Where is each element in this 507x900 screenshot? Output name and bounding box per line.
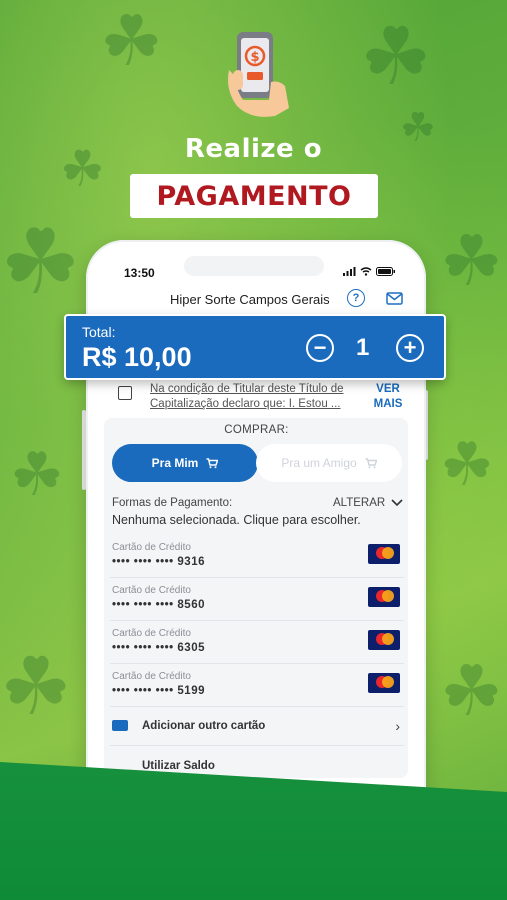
credit-card-item[interactable]: Cartão de Crédito •••• •••• •••• 8560 [110, 579, 404, 621]
use-balance-label[interactable]: Utilizar Saldo [142, 760, 215, 772]
total-label: Total: [82, 324, 116, 340]
chevron-down-icon [391, 499, 403, 507]
svg-text:$: $ [250, 50, 259, 65]
increase-quantity-button[interactable]: + [396, 334, 424, 362]
card-number: •••• •••• •••• 9316 [112, 556, 205, 568]
clover-decoration: ☘ [440, 650, 503, 732]
mastercard-icon [368, 587, 400, 607]
clover-decoration: ☘ [100, 0, 163, 82]
phone-notch [184, 256, 324, 276]
card-type: Cartão de Crédito [112, 628, 191, 639]
tab-pra-um-amigo[interactable]: Pra um Amigo [256, 444, 402, 482]
credit-card-item[interactable]: Cartão de Crédito •••• •••• •••• 5199 [110, 665, 404, 707]
add-card-button[interactable]: Adicionar outro cartão › [110, 706, 404, 746]
credit-card-item[interactable]: Cartão de Crédito •••• •••• •••• 6305 [110, 622, 404, 664]
clover-decoration: ☘ [0, 640, 72, 733]
card-type: Cartão de Crédito [112, 542, 191, 553]
mastercard-icon [368, 630, 400, 650]
app-title: Hiper Sorte Campos Gerais [170, 292, 330, 307]
chevron-right-icon: › [395, 717, 400, 734]
headline: Realize o [184, 134, 323, 164]
total-value: R$ 10,00 [82, 342, 192, 372]
terms-text[interactable]: Na condição de Titular deste Título de C… [150, 382, 365, 412]
comprar-label: COMPRAR: [224, 424, 289, 436]
payment-methods-label: Formas de Pagamento: [112, 497, 233, 509]
credit-card-item[interactable]: Cartão de Crédito •••• •••• •••• 9316 [110, 536, 404, 578]
credit-card-icon [112, 720, 128, 731]
tab-pra-mim[interactable]: Pra Mim [112, 444, 258, 482]
ver-mais-link[interactable]: VER MAIS [372, 382, 404, 412]
signal-icon [343, 267, 356, 276]
quantity-value: 1 [356, 334, 370, 361]
card-type: Cartão de Crédito [112, 671, 191, 682]
mastercard-icon [368, 673, 400, 693]
clover-decoration: ☘ [360, 10, 432, 103]
clover-decoration: ☘ [440, 220, 503, 302]
card-number: •••• •••• •••• 8560 [112, 599, 205, 611]
status-icons [343, 267, 396, 276]
mail-icon[interactable] [386, 292, 403, 305]
payment-status[interactable]: Nenhuma selecionada. Clique para escolhe… [112, 513, 361, 527]
tab-pra-mim-label: Pra Mim [151, 456, 199, 470]
terms-checkbox[interactable] [118, 386, 132, 400]
wifi-icon [360, 267, 372, 276]
clover-decoration: ☘ [440, 430, 494, 500]
battery-icon [376, 267, 395, 276]
cart-icon [365, 457, 377, 468]
tab-pra-um-amigo-label: Pra um Amigo [281, 456, 357, 470]
hand-phone-payment-icon: $ [228, 32, 289, 117]
card-type: Cartão de Crédito [112, 585, 191, 596]
clover-decoration: ☘ [10, 440, 64, 510]
add-card-label: Adicionar outro cartão [142, 719, 266, 732]
cart-icon [206, 457, 219, 468]
card-number: •••• •••• •••• 5199 [112, 685, 205, 697]
alterar-button[interactable]: ALTERAR [333, 497, 403, 509]
mastercard-icon [368, 544, 400, 564]
pagamento-banner: PAGAMENTO [130, 174, 378, 218]
clover-decoration: ☘ [0, 210, 81, 315]
status-time: 13:50 [124, 266, 155, 280]
decrease-quantity-button[interactable]: − [306, 334, 334, 362]
ver-mais-label: VER MAIS [373, 383, 403, 410]
card-number: •••• •••• •••• 6305 [112, 642, 205, 654]
total-bar: Total: R$ 10,00 − 1 + [64, 314, 446, 380]
alterar-label: ALTERAR [333, 497, 386, 509]
help-icon[interactable]: ? [347, 289, 365, 307]
